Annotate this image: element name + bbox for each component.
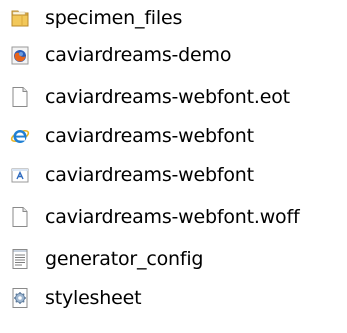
file-item-caviardreams-webfont-ie[interactable]: caviardreams-webfont: [10, 121, 254, 151]
file-item-caviardreams-demo[interactable]: caviardreams-demo: [10, 40, 231, 70]
file-name: caviardreams-webfont: [45, 125, 254, 147]
blank-file-icon: [10, 206, 30, 228]
file-name: specimen_files: [45, 7, 183, 29]
file-name: stylesheet: [45, 287, 142, 309]
file-item-specimen-files[interactable]: specimen_files: [10, 3, 182, 33]
file-item-stylesheet[interactable]: stylesheet: [10, 283, 142, 313]
file-name: caviardreams-webfont: [45, 164, 254, 186]
file-name: caviardreams-webfont.eot: [45, 86, 290, 108]
file-name: caviardreams-demo: [45, 44, 232, 66]
file-item-caviardreams-webfont-eot[interactable]: caviardreams-webfont.eot: [10, 82, 290, 112]
file-item-caviardreams-webfont-font[interactable]: caviardreams-webfont: [10, 160, 254, 190]
file-item-caviardreams-webfont-woff[interactable]: caviardreams-webfont.woff: [10, 202, 300, 232]
css-file-icon: [10, 287, 30, 309]
internet-explorer-icon: [10, 125, 30, 147]
file-item-generator-config[interactable]: generator_config: [10, 244, 203, 274]
blank-file-icon: [10, 86, 30, 108]
folder-icon: [10, 7, 30, 29]
file-name: caviardreams-webfont.woff: [45, 206, 300, 228]
font-file-icon: [10, 164, 30, 186]
firefox-html-icon: [10, 44, 30, 66]
file-list: specimen_files caviardreams-demo caviard…: [0, 0, 347, 333]
text-file-icon: [10, 248, 30, 270]
file-name: generator_config: [45, 248, 204, 270]
